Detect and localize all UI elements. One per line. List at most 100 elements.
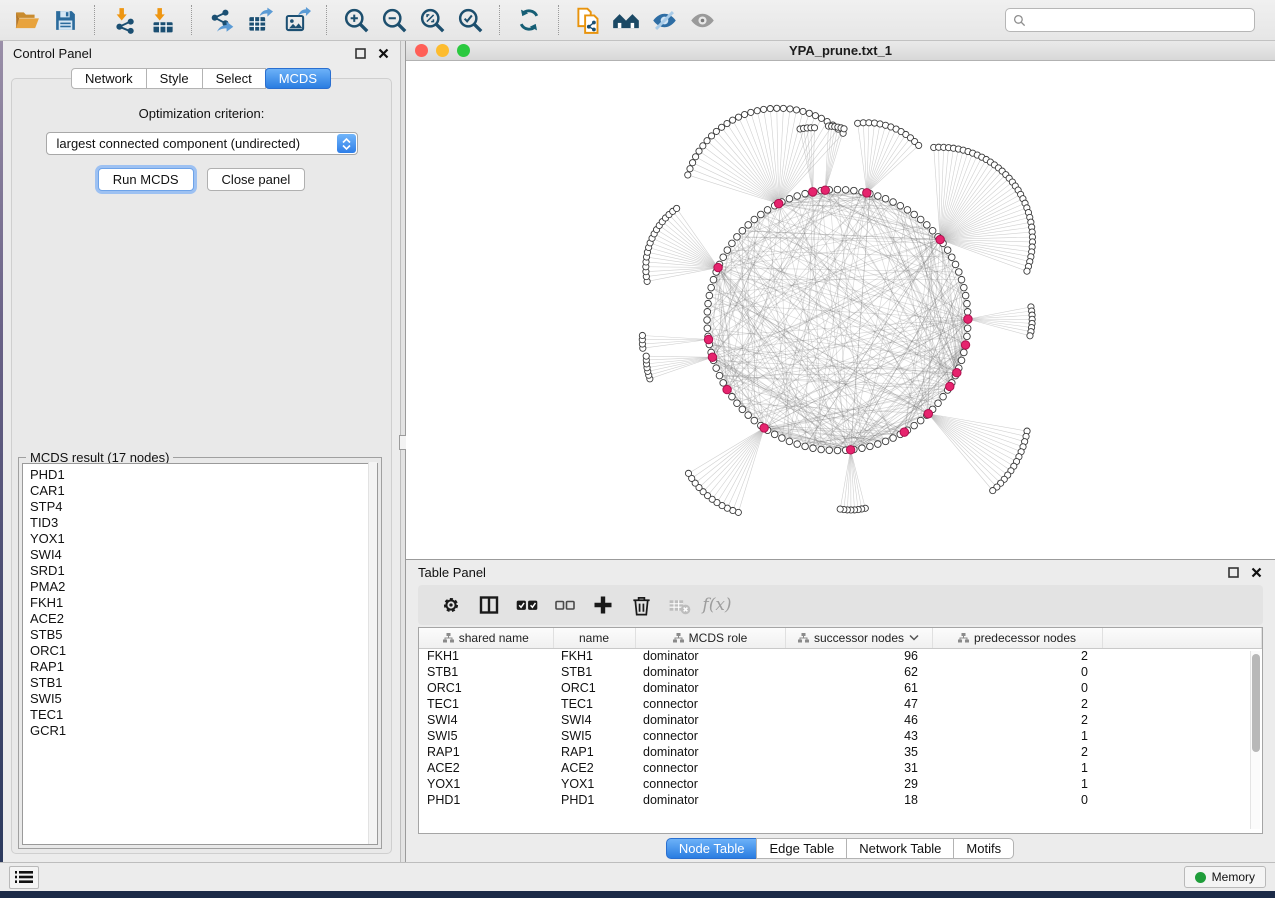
zoom-in-button[interactable] xyxy=(337,3,375,37)
zoom-fit-button[interactable] xyxy=(413,3,451,37)
import-table-button[interactable] xyxy=(143,3,181,37)
import-network-icon xyxy=(111,7,138,34)
mcds-result-item[interactable]: TEC1 xyxy=(30,707,377,723)
mcds-result-item[interactable]: GCR1 xyxy=(30,723,377,739)
node-table-body: FKH1FKH1dominator962STB1STB1dominator620… xyxy=(419,648,1262,808)
tab-style[interactable]: Style xyxy=(146,68,203,89)
tab-node-table[interactable]: Node Table xyxy=(666,838,758,859)
delete-table-button xyxy=(660,589,698,621)
column-header-successor-nodes[interactable]: successor nodes xyxy=(785,628,932,648)
table-settings-button[interactable] xyxy=(432,589,470,621)
open-file-button[interactable] xyxy=(8,3,46,37)
mcds-result-item[interactable]: SWI5 xyxy=(30,691,377,707)
mcds-result-item[interactable]: YOX1 xyxy=(30,531,377,547)
export-image-icon xyxy=(284,7,311,34)
table-panel-tabs: Node Table Edge Table Network Table Moti… xyxy=(406,834,1275,862)
zoom-out-button[interactable] xyxy=(375,3,413,37)
table-row[interactable]: STB1STB1dominator620 xyxy=(419,664,1262,680)
network-graph[interactable] xyxy=(406,61,1275,559)
mcds-result-item[interactable]: FKH1 xyxy=(30,595,377,611)
mcds-result-item[interactable]: PHD1 xyxy=(30,467,377,483)
mcds-result-item[interactable]: STB1 xyxy=(30,675,377,691)
task-history-button[interactable] xyxy=(9,866,39,889)
checked-boxes-icon xyxy=(514,592,540,618)
mcds-result-item[interactable]: SWI4 xyxy=(30,547,377,563)
refresh-view-button[interactable] xyxy=(510,3,548,37)
tab-network-table[interactable]: Network Table xyxy=(846,838,954,859)
sort-indicator-icon xyxy=(909,634,919,641)
function-builder-button: f(x) xyxy=(698,589,736,621)
float-panel-icon[interactable] xyxy=(353,46,367,60)
close-panel-button[interactable]: Close panel xyxy=(207,168,306,191)
table-row[interactable]: FKH1FKH1dominator962 xyxy=(419,648,1262,664)
export-network-button[interactable] xyxy=(202,3,240,37)
first-neighbors-button[interactable] xyxy=(607,3,645,37)
select-all-button[interactable] xyxy=(508,589,546,621)
zoom-selected-button[interactable] xyxy=(451,3,489,37)
table-row[interactable]: ORC1ORC1dominator610 xyxy=(419,680,1262,696)
table-row[interactable]: PHD1PHD1dominator180 xyxy=(419,792,1262,808)
save-floppy-icon xyxy=(53,8,78,33)
table-toolbar: f(x) xyxy=(418,585,1263,625)
table-row[interactable]: SWI5SWI5connector431 xyxy=(419,728,1262,744)
table-row[interactable]: RAP1RAP1dominator352 xyxy=(419,744,1262,760)
float-table-panel-icon[interactable] xyxy=(1226,565,1240,579)
node-table: shared namenameMCDS rolesuccessor nodesp… xyxy=(419,628,1262,808)
add-column-button[interactable] xyxy=(584,589,622,621)
run-mcds-button[interactable]: Run MCDS xyxy=(98,168,194,191)
window-close-light[interactable] xyxy=(415,44,428,57)
network-canvas[interactable] xyxy=(406,61,1275,559)
close-table-panel-icon[interactable] xyxy=(1249,565,1263,579)
tab-edge-table[interactable]: Edge Table xyxy=(756,838,847,859)
table-scrollbar-track[interactable] xyxy=(1250,651,1260,829)
application-window: Control Panel Network Style Select MCDS … xyxy=(0,0,1275,891)
mcds-result-item[interactable]: RAP1 xyxy=(30,659,377,675)
tab-mcds[interactable]: MCDS xyxy=(265,68,331,89)
mcds-result-item[interactable]: STB5 xyxy=(30,627,377,643)
window-minimize-light[interactable] xyxy=(436,44,449,57)
column-header-predecessor-nodes[interactable]: predecessor nodes xyxy=(932,628,1102,648)
mcds-result-item[interactable]: TID3 xyxy=(30,515,377,531)
memory-button[interactable]: Memory xyxy=(1184,866,1266,888)
table-row[interactable]: SWI4SWI4dominator462 xyxy=(419,712,1262,728)
toggle-columns-button[interactable] xyxy=(470,589,508,621)
mcds-result-item[interactable]: ACE2 xyxy=(30,611,377,627)
table-row[interactable]: TEC1TEC1connector472 xyxy=(419,696,1262,712)
deselect-all-button[interactable] xyxy=(546,589,584,621)
table-panel-title: Table Panel xyxy=(418,565,486,580)
export-table-button[interactable] xyxy=(240,3,278,37)
column-header-shared-name[interactable]: shared name xyxy=(419,628,553,648)
export-table-icon xyxy=(246,7,273,34)
export-image-button[interactable] xyxy=(278,3,316,37)
tab-network[interactable]: Network xyxy=(71,68,147,89)
mcds-result-item[interactable]: ORC1 xyxy=(30,643,377,659)
memory-label: Memory xyxy=(1212,870,1255,884)
table-row[interactable]: YOX1YOX1connector291 xyxy=(419,776,1262,792)
table-scrollbar-thumb[interactable] xyxy=(1252,654,1260,752)
table-row[interactable]: ACE2ACE2connector311 xyxy=(419,760,1262,776)
tab-motifs[interactable]: Motifs xyxy=(953,838,1014,859)
mcds-result-item[interactable]: PMA2 xyxy=(30,579,377,595)
control-panel-title: Control Panel xyxy=(13,46,92,61)
window-zoom-light[interactable] xyxy=(457,44,470,57)
mcds-result-item[interactable]: STP4 xyxy=(30,499,377,515)
column-header-filler xyxy=(1102,628,1262,648)
criterion-dropdown[interactable]: largest connected component (undirected) xyxy=(46,132,358,155)
tab-select[interactable]: Select xyxy=(202,68,266,89)
column-header-MCDS-role[interactable]: MCDS role xyxy=(635,628,785,648)
import-table-icon xyxy=(149,7,176,34)
save-session-button[interactable] xyxy=(46,3,84,37)
control-panel: Control Panel Network Style Select MCDS … xyxy=(3,41,400,862)
column-header-name[interactable]: name xyxy=(553,628,635,648)
close-panel-icon[interactable] xyxy=(376,46,390,60)
delete-columns-button[interactable] xyxy=(622,589,660,621)
mcds-list-scrollbar[interactable] xyxy=(368,462,377,844)
mcds-result-item[interactable]: SRD1 xyxy=(30,563,377,579)
hide-selected-button[interactable] xyxy=(645,3,683,37)
show-all-button[interactable] xyxy=(683,3,721,37)
search-input[interactable] xyxy=(1032,13,1247,27)
import-network-button[interactable] xyxy=(105,3,143,37)
mcds-result-item[interactable]: CAR1 xyxy=(30,483,377,499)
mcds-result-list[interactable]: PHD1CAR1STP4TID3YOX1SWI4SRD1PMA2FKH1ACE2… xyxy=(22,463,378,845)
clone-network-button[interactable] xyxy=(569,3,607,37)
